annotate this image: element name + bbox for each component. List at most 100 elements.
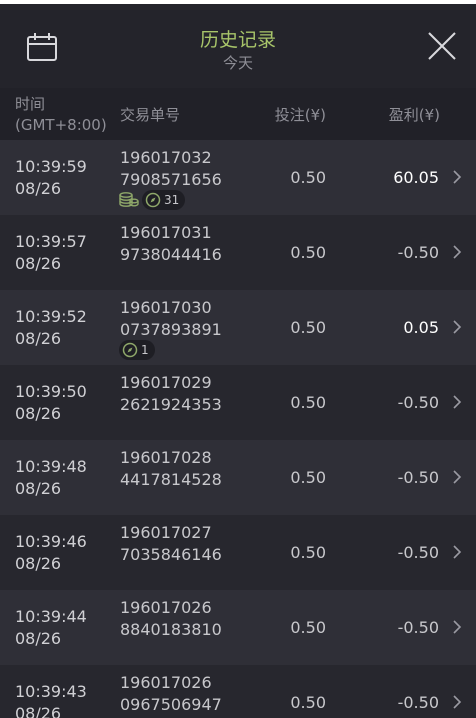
- row-id-line2: 8840183810: [120, 620, 222, 639]
- row-profit: -0.50: [397, 693, 439, 712]
- row-transaction-id: 196017029 2621924353: [120, 372, 222, 416]
- row-profit: 0.05: [403, 318, 439, 337]
- row-id-line2: 4417814528: [120, 470, 222, 489]
- row-transaction-id: 196017032 7908571656: [120, 147, 222, 191]
- list-item[interactable]: 10:39:57 08/26 196017031 9738044416 0.50 -0.5…: [0, 215, 476, 290]
- row-transaction-id: 196017030 0737893891: [120, 297, 222, 341]
- row-bet: 0.50: [290, 318, 326, 337]
- row-date: 08/26: [15, 704, 62, 718]
- close-icon[interactable]: [427, 31, 457, 61]
- chevron-right-icon[interactable]: [452, 694, 462, 710]
- row-id-line1: 196017029: [120, 373, 212, 392]
- history-list: 10:39:59 08/26 196017032 7908571656 31 0.50 60…: [0, 140, 476, 718]
- coins-icon: [119, 192, 139, 207]
- badge-count: 31: [164, 193, 180, 207]
- chevron-right-icon[interactable]: [452, 244, 462, 260]
- header-bar: 历史记录 今天: [0, 4, 476, 88]
- row-bet: 0.50: [290, 468, 326, 487]
- row-id-line1: 196017027: [120, 523, 212, 542]
- row-id-line2: 2621924353: [120, 395, 222, 414]
- row-transaction-id: 196017027 7035846146: [120, 522, 222, 566]
- page-subtitle: 今天: [222, 54, 253, 72]
- row-transaction-id: 196017028 4417814528: [120, 447, 222, 491]
- chevron-right-icon[interactable]: [452, 619, 462, 635]
- row-clock: 10:39:48: [15, 457, 87, 476]
- row-bet: 0.50: [290, 543, 326, 562]
- bet-column-header: 投注(¥): [274, 106, 326, 124]
- row-id-line1: 196017026: [120, 598, 212, 617]
- row-id-line2: 0737893891: [120, 320, 222, 339]
- row-id-line1: 196017031: [120, 223, 212, 242]
- list-item[interactable]: 10:39:50 08/26 196017029 2621924353 0.50 -0.5…: [0, 365, 476, 440]
- row-clock: 10:39:57: [15, 232, 87, 251]
- timezone-label: (GMT+8:00): [15, 116, 107, 134]
- row-id-line2: 7035846146: [120, 545, 222, 564]
- row-clock: 10:39:46: [15, 532, 87, 551]
- row-id-line1: 196017030: [120, 298, 212, 317]
- row-clock: 10:39:44: [15, 607, 87, 626]
- chevron-right-icon[interactable]: [452, 319, 462, 335]
- row-id-line1: 196017026: [120, 673, 212, 692]
- row-transaction-id: 196017026 0967506947: [120, 672, 222, 716]
- time-column-header: 时间 (GMT+8:00): [15, 94, 107, 136]
- compass-icon: [145, 192, 161, 208]
- list-item[interactable]: 10:39:44 08/26 196017026 8840183810 0.50 -0.5…: [0, 590, 476, 665]
- row-time: 10:39:50 08/26: [15, 381, 87, 425]
- list-item[interactable]: 10:39:48 08/26 196017028 4417814528 0.50 -0.5…: [0, 440, 476, 515]
- row-profit: -0.50: [397, 243, 439, 262]
- row-profit: -0.50: [397, 618, 439, 637]
- row-bet: 0.50: [290, 693, 326, 712]
- row-id-line2: 0967506947: [120, 695, 222, 714]
- row-id-line2: 9738044416: [120, 245, 222, 264]
- chevron-right-icon[interactable]: [452, 469, 462, 485]
- row-time: 10:39:59 08/26: [15, 156, 87, 200]
- row-time: 10:39:44 08/26: [15, 606, 87, 650]
- row-id-line1: 196017028: [120, 448, 212, 467]
- row-date: 08/26: [15, 554, 62, 573]
- chevron-right-icon[interactable]: [452, 544, 462, 560]
- row-time: 10:39:46 08/26: [15, 531, 87, 575]
- history-screen: 历史记录 今天 时间 (GMT+8:00) 交易单号 投注(¥) 盈利(¥) 1…: [0, 0, 476, 718]
- row-id-line2: 7908571656: [120, 170, 222, 189]
- badge-count: 1: [141, 343, 149, 357]
- row-time: 10:39:57 08/26: [15, 231, 87, 275]
- row-profit: -0.50: [397, 468, 439, 487]
- row-clock: 10:39:43: [15, 682, 87, 701]
- row-time: 10:39:52 08/26: [15, 306, 87, 350]
- id-column-header: 交易单号: [120, 106, 181, 124]
- row-clock: 10:39:52: [15, 307, 87, 326]
- row-bet: 0.50: [290, 618, 326, 637]
- page-title: 历史记录: [199, 29, 276, 51]
- row-time: 10:39:48 08/26: [15, 456, 87, 500]
- list-item[interactable]: 10:39:59 08/26 196017032 7908571656 31 0.50 60…: [0, 140, 476, 215]
- profit-column-header: 盈利(¥): [388, 106, 440, 124]
- row-date: 08/26: [15, 179, 62, 198]
- row-date: 08/26: [15, 329, 62, 348]
- list-item[interactable]: 10:39:46 08/26 196017027 7035846146 0.50 -0.5…: [0, 515, 476, 590]
- chevron-right-icon[interactable]: [452, 169, 462, 185]
- row-profit: 60.05: [393, 168, 439, 187]
- row-date: 08/26: [15, 479, 62, 498]
- row-transaction-id: 196017026 8840183810: [120, 597, 222, 641]
- time-header-label: 时间: [15, 95, 46, 113]
- row-bet: 0.50: [290, 393, 326, 412]
- list-item[interactable]: 10:39:43 08/26 196017026 0967506947 0.50 -0.5…: [0, 665, 476, 718]
- column-header: 时间 (GMT+8:00) 交易单号 投注(¥) 盈利(¥): [0, 88, 476, 140]
- row-profit: -0.50: [397, 393, 439, 412]
- row-profit: -0.50: [397, 543, 439, 562]
- row-time: 10:39:43 08/26: [15, 681, 87, 718]
- row-date: 08/26: [15, 629, 62, 648]
- row-bet: 0.50: [290, 243, 326, 262]
- row-badges: 31: [119, 190, 186, 210]
- row-clock: 10:39:50: [15, 382, 87, 401]
- compass-icon: [122, 342, 138, 358]
- row-date: 08/26: [15, 404, 62, 423]
- row-id-line1: 196017032: [120, 148, 212, 167]
- row-transaction-id: 196017031 9738044416: [120, 222, 222, 266]
- free-spin-badge: 1: [119, 340, 155, 360]
- list-item[interactable]: 10:39:52 08/26 196017030 0737893891 1 0.50 0.0…: [0, 290, 476, 365]
- row-date: 08/26: [15, 254, 62, 273]
- row-clock: 10:39:59: [15, 157, 87, 176]
- chevron-right-icon[interactable]: [452, 394, 462, 410]
- row-badges: 1: [119, 340, 155, 360]
